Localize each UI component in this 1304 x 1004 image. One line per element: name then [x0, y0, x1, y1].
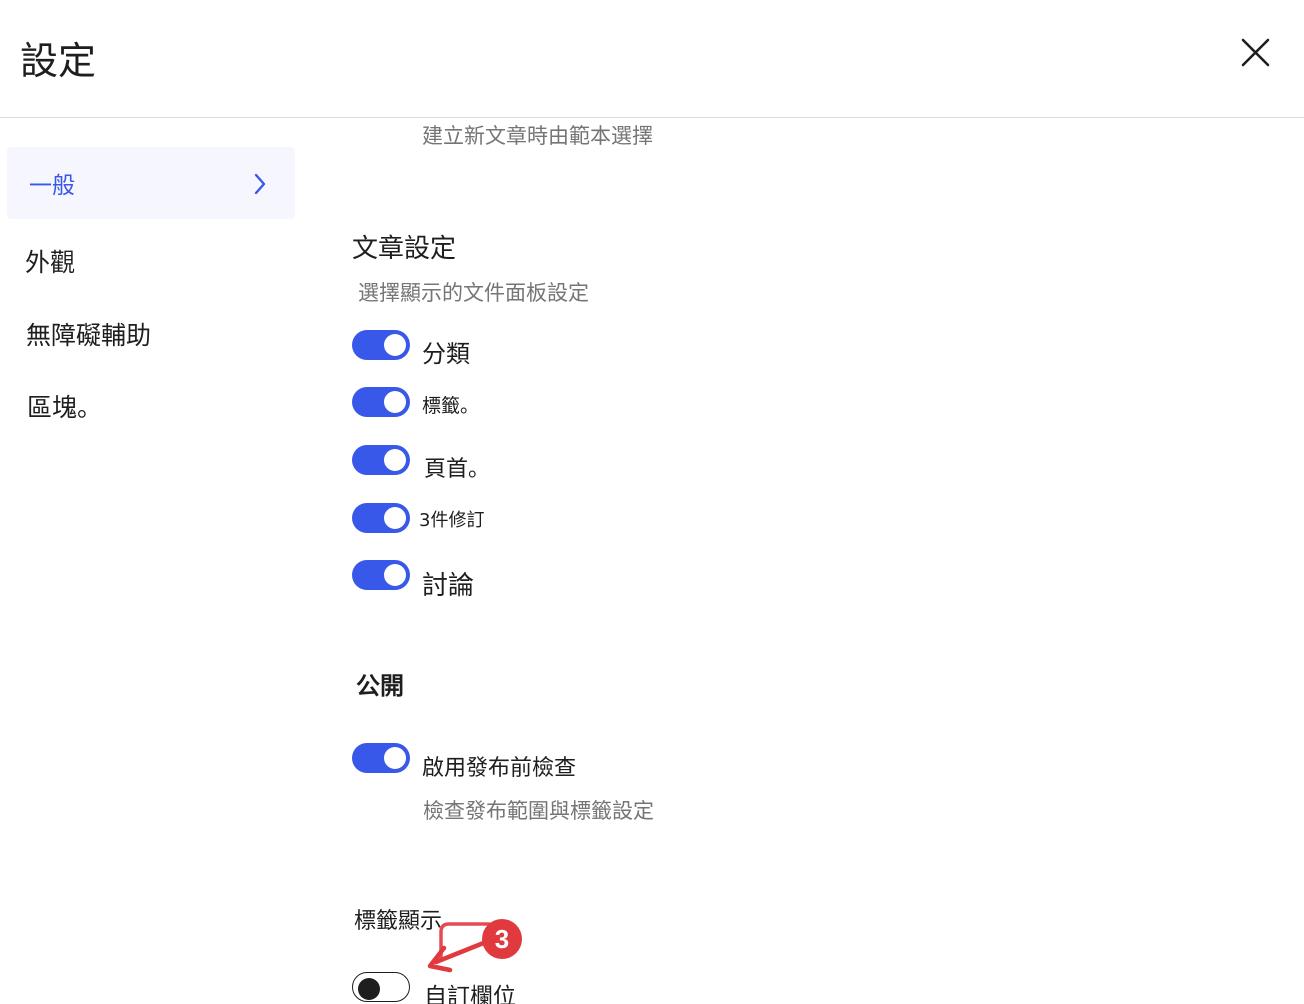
modal-header: 設定	[0, 0, 1304, 118]
sidebar-item-label: 一般	[29, 173, 75, 199]
sidebar-item-appearance[interactable]: 外觀	[7, 225, 295, 297]
toggle-custom-fields[interactable]	[352, 972, 410, 1002]
tag-display-heading: 標籤顯示	[354, 909, 443, 934]
settings-modal: 設定 一般 外觀 無障礙輔助 區塊。 建立新文章時由範本選擇 文章設定 選擇顯示…	[0, 0, 1304, 1004]
toggle-knob	[384, 507, 406, 529]
toggle-pre-publish-checks[interactable]	[352, 743, 410, 773]
modal-title: 設定	[20, 39, 97, 83]
toggle-knob	[384, 334, 406, 356]
toggle-discussion[interactable]	[352, 560, 410, 590]
toggle-knob	[384, 747, 406, 769]
sidebar-item-label: 無障礙輔助	[26, 321, 152, 350]
toggle-knob	[384, 564, 406, 586]
toggle-featured-image[interactable]	[352, 445, 410, 475]
templates-help-text: 建立新文章時由範本選擇	[422, 124, 653, 148]
toggle-label-discussion: 討論	[422, 571, 475, 601]
annotation-badge-number: 3	[495, 924, 509, 954]
toggle-categories[interactable]	[352, 330, 410, 360]
toggle-knob	[384, 391, 406, 413]
toggle-label-categories: 分類	[422, 340, 470, 368]
post-settings-heading: 文章設定	[352, 234, 457, 264]
sidebar-item-label: 區塊。	[27, 393, 103, 422]
sidebar-item-blocks[interactable]: 區塊。	[7, 370, 295, 442]
sidebar-item-label: 外觀	[25, 248, 76, 277]
toggle-knob	[357, 977, 380, 1000]
sidebar-item-general[interactable]: 一般	[7, 147, 295, 219]
toggle-knob	[384, 449, 406, 471]
toggle-label-custom-fields: 自訂欄位	[424, 984, 516, 1004]
toggle-label-revisions: 3件修訂	[419, 510, 485, 531]
toggle-revisions[interactable]	[352, 503, 410, 533]
annotation-badge	[482, 919, 522, 959]
publish-heading: 公開	[356, 672, 404, 700]
pre-publish-help: 檢查發布範圍與標籤設定	[423, 799, 654, 823]
sidebar-item-accessibility[interactable]: 無障礙輔助	[7, 298, 295, 370]
chevron-right-icon	[254, 173, 266, 195]
post-settings-help: 選擇顯示的文件面板設定	[358, 281, 589, 305]
toggle-label-pre-publish-checks: 啟用發布前檢查	[422, 756, 577, 781]
toggle-label-tags: 標籤。	[422, 395, 480, 417]
toggle-label-featured-image: 頁首。	[424, 457, 491, 482]
close-icon	[1241, 38, 1270, 67]
toggle-tags[interactable]	[352, 387, 410, 417]
close-button[interactable]	[1232, 30, 1278, 76]
